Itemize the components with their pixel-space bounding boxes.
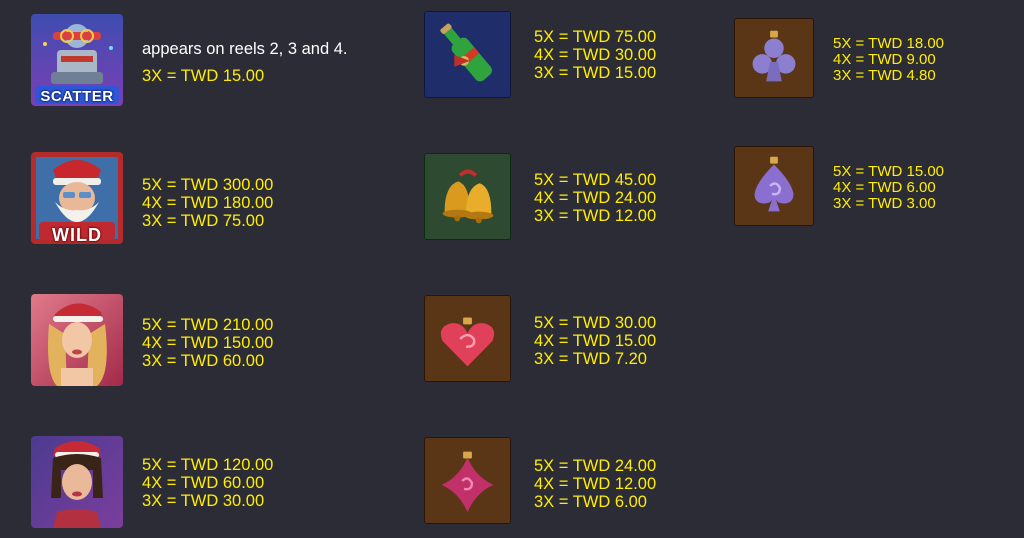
payout-line: 3X = TWD 3.00 bbox=[833, 195, 936, 212]
diamond-ornament-symbol-icon bbox=[424, 437, 511, 524]
blonde-girl-symbol-icon bbox=[31, 294, 123, 386]
payout-line: 5X = TWD 45.00 bbox=[534, 171, 657, 189]
heart-ornament-payout: 5X = TWD 30.00 4X = TWD 15.00 3X = TWD 7… bbox=[534, 314, 656, 368]
payout-line: 5X = TWD 210.00 bbox=[142, 316, 274, 334]
payout-line: 5X = TWD 30.00 bbox=[534, 314, 657, 332]
club-ornament-symbol-icon bbox=[734, 18, 814, 98]
payout-line: 3X = TWD 15.00 bbox=[534, 64, 657, 82]
payout-line: 3X = TWD 7.20 bbox=[534, 350, 647, 368]
scatter-badge: SCATTER bbox=[40, 88, 114, 105]
payout-line: 4X = TWD 180.00 bbox=[142, 194, 274, 212]
scatter-note: appears on reels 2, 3 and 4. bbox=[142, 40, 348, 58]
payout-line: 5X = TWD 120.00 bbox=[142, 456, 274, 474]
payout-line: 4X = TWD 30.00 bbox=[534, 46, 657, 64]
payout-line: 5X = TWD 300.00 bbox=[142, 176, 274, 194]
payout-line: 3X = TWD 6.00 bbox=[534, 493, 647, 511]
payout-line: 4X = TWD 15.00 bbox=[534, 332, 657, 350]
bottle-payout: 5X = TWD 75.00 4X = TWD 30.00 3X = TWD 1… bbox=[534, 28, 656, 82]
wild-badge: WILD bbox=[52, 225, 102, 245]
payout-line: 3X = TWD 15.00 bbox=[142, 67, 265, 85]
payout-line: 4X = TWD 12.00 bbox=[534, 475, 657, 493]
spade-ornament-symbol-icon bbox=[734, 146, 814, 226]
payout-line: 4X = TWD 150.00 bbox=[142, 334, 274, 352]
bottle-symbol-icon bbox=[424, 11, 511, 98]
payout-line: 5X = TWD 18.00 bbox=[833, 35, 945, 52]
club-ornament-payout: 5X = TWD 18.00 4X = TWD 9.00 3X = TWD 4.… bbox=[833, 36, 944, 84]
diamond-ornament-payout: 5X = TWD 24.00 4X = TWD 12.00 3X = TWD 6… bbox=[534, 457, 656, 511]
spade-ornament-payout: 5X = TWD 15.00 4X = TWD 6.00 3X = TWD 3.… bbox=[833, 164, 944, 212]
payout-line: 5X = TWD 15.00 bbox=[833, 163, 945, 180]
payout-line: 3X = TWD 75.00 bbox=[142, 212, 265, 230]
santa-wild-payout: 5X = TWD 300.00 4X = TWD 180.00 3X = TWD… bbox=[142, 176, 273, 230]
payout-line: 4X = TWD 24.00 bbox=[534, 189, 657, 207]
payout-line: 3X = TWD 12.00 bbox=[534, 207, 657, 225]
payout-line: 5X = TWD 24.00 bbox=[534, 457, 657, 475]
bells-payout: 5X = TWD 45.00 4X = TWD 24.00 3X = TWD 1… bbox=[534, 171, 656, 225]
payout-line: 3X = TWD 30.00 bbox=[142, 492, 265, 510]
payout-line: 4X = TWD 60.00 bbox=[142, 474, 265, 492]
heart-ornament-symbol-icon bbox=[424, 295, 511, 382]
payout-line: 4X = TWD 6.00 bbox=[833, 179, 936, 196]
scatter-payout: appears on reels 2, 3 and 4. 3X = TWD 15… bbox=[142, 40, 347, 85]
payout-line: 3X = TWD 4.80 bbox=[833, 67, 936, 84]
brunette-girl-symbol-icon bbox=[31, 436, 123, 528]
payout-line: 4X = TWD 9.00 bbox=[833, 51, 936, 68]
payout-line: 5X = TWD 75.00 bbox=[534, 28, 657, 46]
brunette-girl-payout: 5X = TWD 120.00 4X = TWD 60.00 3X = TWD … bbox=[142, 456, 273, 510]
bells-symbol-icon bbox=[424, 153, 511, 240]
payout-line: 3X = TWD 60.00 bbox=[142, 352, 265, 370]
blonde-girl-payout: 5X = TWD 210.00 4X = TWD 150.00 3X = TWD… bbox=[142, 316, 273, 370]
